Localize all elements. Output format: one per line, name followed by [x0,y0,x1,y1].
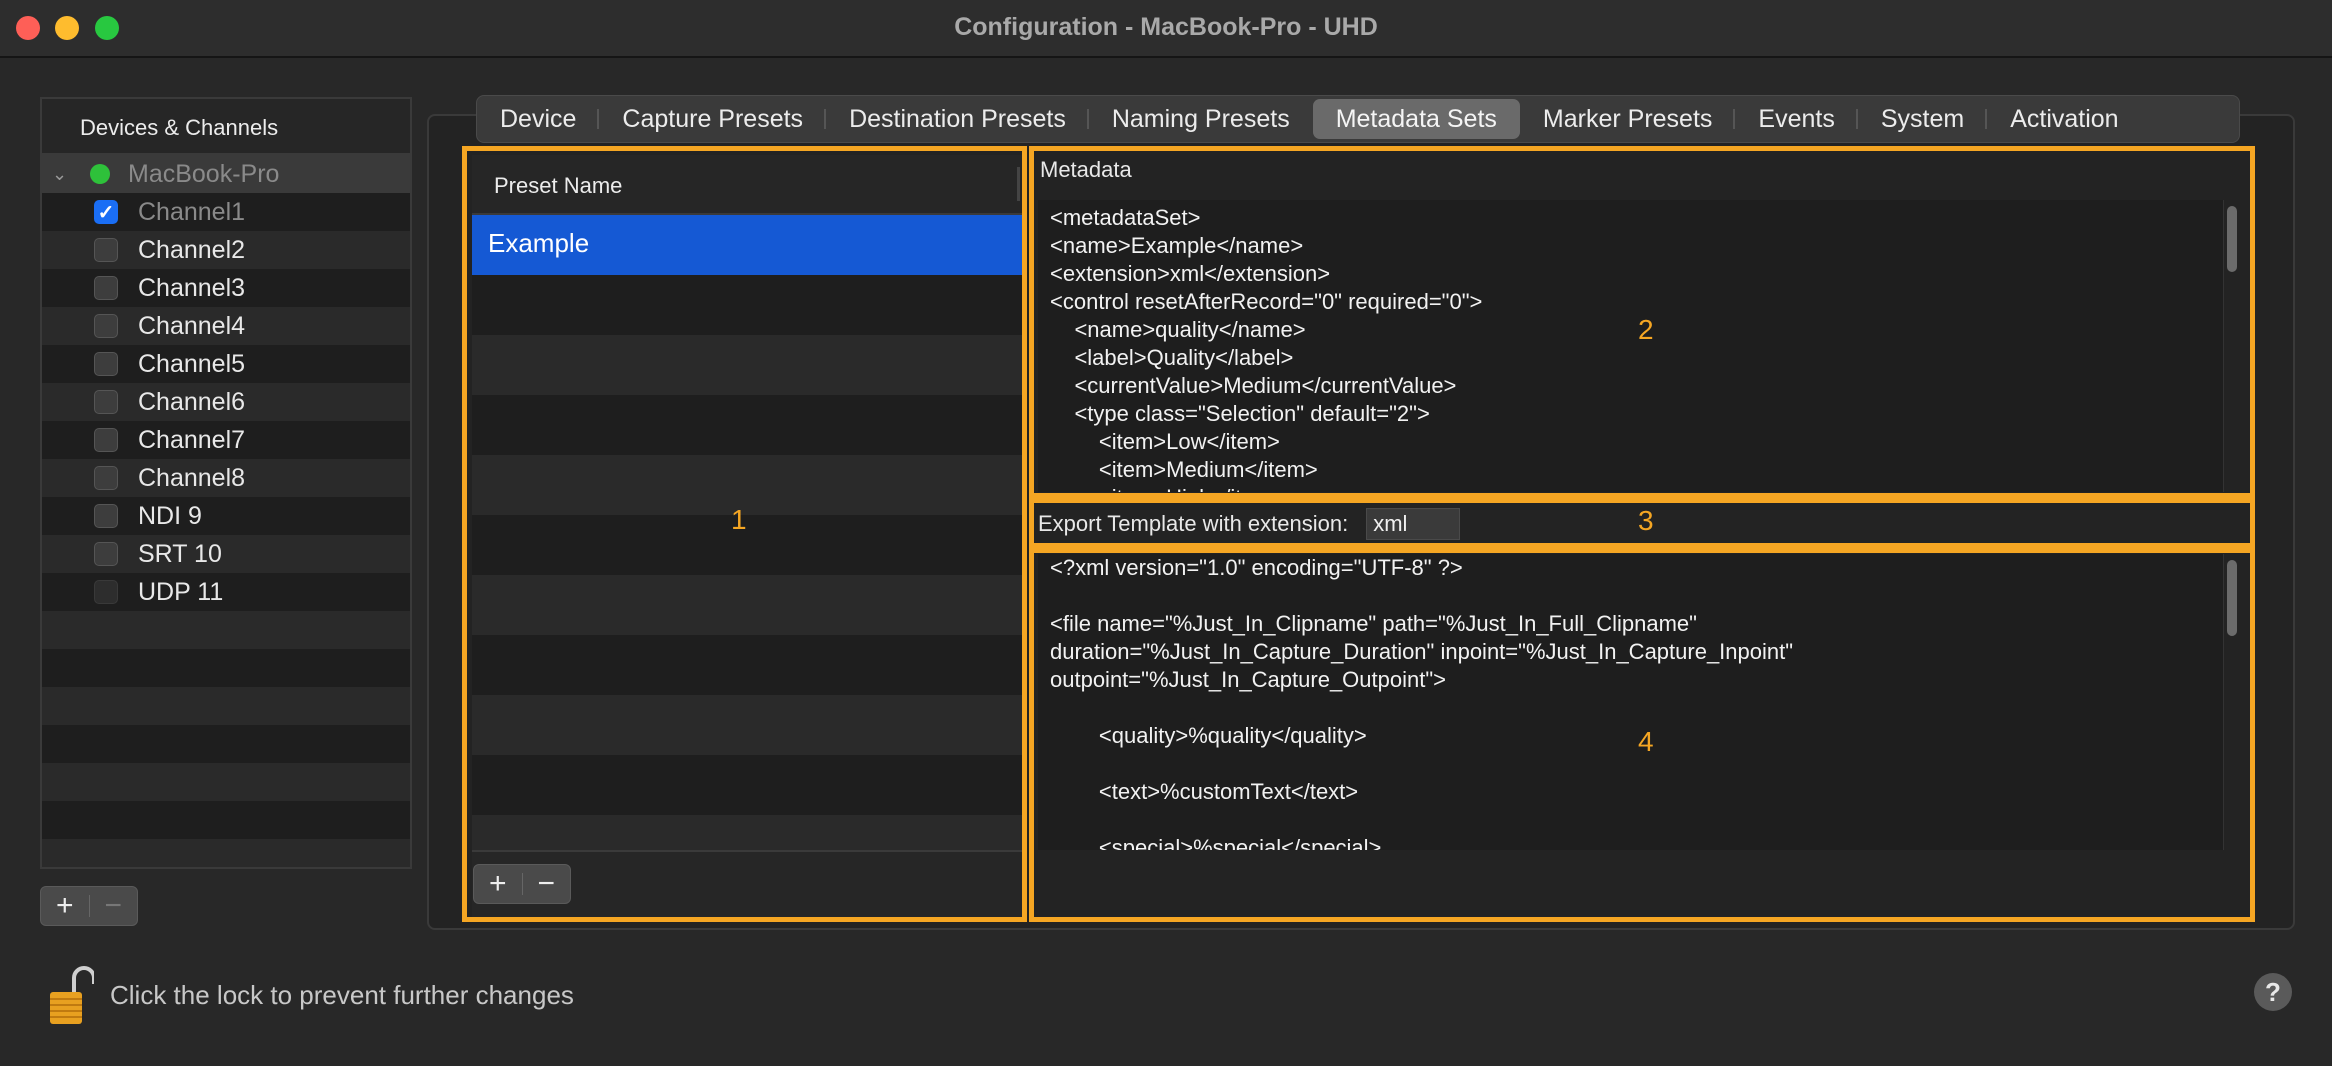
sidebar-add-remove: + − [40,886,138,926]
sidebar-device-row[interactable]: ⌄ MacBook-Pro [42,155,410,193]
channel-label: SRT 10 [138,539,222,568]
channel-row[interactable]: SRT 10 [42,535,410,573]
tab-naming-presets[interactable]: Naming Presets [1089,99,1313,139]
list-item [42,611,410,649]
tab-activation[interactable]: Activation [1987,99,2141,139]
channel-label: Channel4 [138,311,246,340]
tab-system[interactable]: System [1858,99,1988,139]
channel-row[interactable]: Channel7 [42,421,410,459]
add-channel-button[interactable]: + [41,887,89,925]
list-item [42,801,410,839]
chevron-down-icon[interactable]: ⌄ [52,164,72,185]
channel-row[interactable]: Channel2 [42,231,410,269]
channel-label: Channel5 [138,349,246,378]
device-name: MacBook-Pro [128,159,280,188]
channel-row[interactable]: Channel4 [42,307,410,345]
channel-checkbox[interactable]: ✓ [94,200,118,224]
tab-bar: Device Capture Presets Destination Presets… [476,95,2240,143]
list-item [42,763,410,801]
channel-row[interactable]: Channel6 [42,383,410,421]
channel-list: ✓ Channel1 Channel2 Channel3 Channel4 Channel… [42,193,410,867]
channel-checkbox[interactable] [94,542,118,566]
tab-marker-presets[interactable]: Marker Presets [1520,99,1736,139]
tab-events[interactable]: Events [1735,99,1859,139]
channel-checkbox[interactable] [94,466,118,490]
annotation-3: 3 [1638,505,1654,536]
annotation-2: 2 [1638,314,1654,345]
help-button[interactable]: ? [2254,973,2292,1011]
tab-device[interactable]: Device [477,99,600,139]
channel-label: NDI 9 [138,501,202,530]
channel-checkbox[interactable] [94,314,118,338]
list-item [42,725,410,763]
annotation-1: 1 [731,504,747,535]
list-item [42,687,410,725]
title-bar: Configuration - MacBook-Pro - UHD [0,0,2332,58]
channel-label: Channel6 [138,387,246,416]
channel-checkbox[interactable] [94,428,118,452]
list-item [42,839,410,867]
status-dot-icon [90,164,110,184]
channel-row[interactable]: UDP 11 [42,573,410,611]
channel-checkbox[interactable] [94,276,118,300]
annotation-4: 4 [1638,726,1654,757]
lock-status-text: Click the lock to prevent further change… [110,980,574,1010]
channel-label: Channel8 [138,463,246,492]
channel-label: Channel3 [138,273,246,302]
tab-metadata-sets[interactable]: Metadata Sets [1312,99,1520,139]
channel-label: Channel2 [138,235,246,264]
list-item [42,649,410,687]
channel-row[interactable]: Channel3 [42,269,410,307]
channel-row[interactable]: Channel5 [42,345,410,383]
channel-checkbox[interactable] [94,352,118,376]
channel-row[interactable]: Channel8 [42,459,410,497]
channel-row[interactable]: NDI 9 [42,497,410,535]
devices-channels-sidebar: Devices & Channels ⌄ MacBook-Pro ✓ Channe… [40,97,412,869]
channel-label: UDP 11 [138,577,224,606]
channel-checkbox[interactable] [94,390,118,414]
remove-channel-button[interactable]: − [90,887,138,925]
configuration-window: Configuration - MacBook-Pro - UHD Device… [0,0,2332,1066]
channel-label: Channel7 [138,425,246,454]
channel-checkbox[interactable] [94,580,118,604]
sidebar-header: Devices & Channels [42,99,410,155]
tab-capture-presets[interactable]: Capture Presets [599,99,826,139]
channel-checkbox[interactable] [94,504,118,528]
channel-checkbox[interactable] [94,238,118,262]
lock-icon[interactable] [48,962,94,1026]
tab-destination-presets[interactable]: Destination Presets [826,99,1089,139]
channel-label: Channel1 [138,197,246,226]
window-title: Configuration - MacBook-Pro - UHD [954,13,1378,41]
channel-row[interactable]: ✓ Channel1 [42,193,410,231]
